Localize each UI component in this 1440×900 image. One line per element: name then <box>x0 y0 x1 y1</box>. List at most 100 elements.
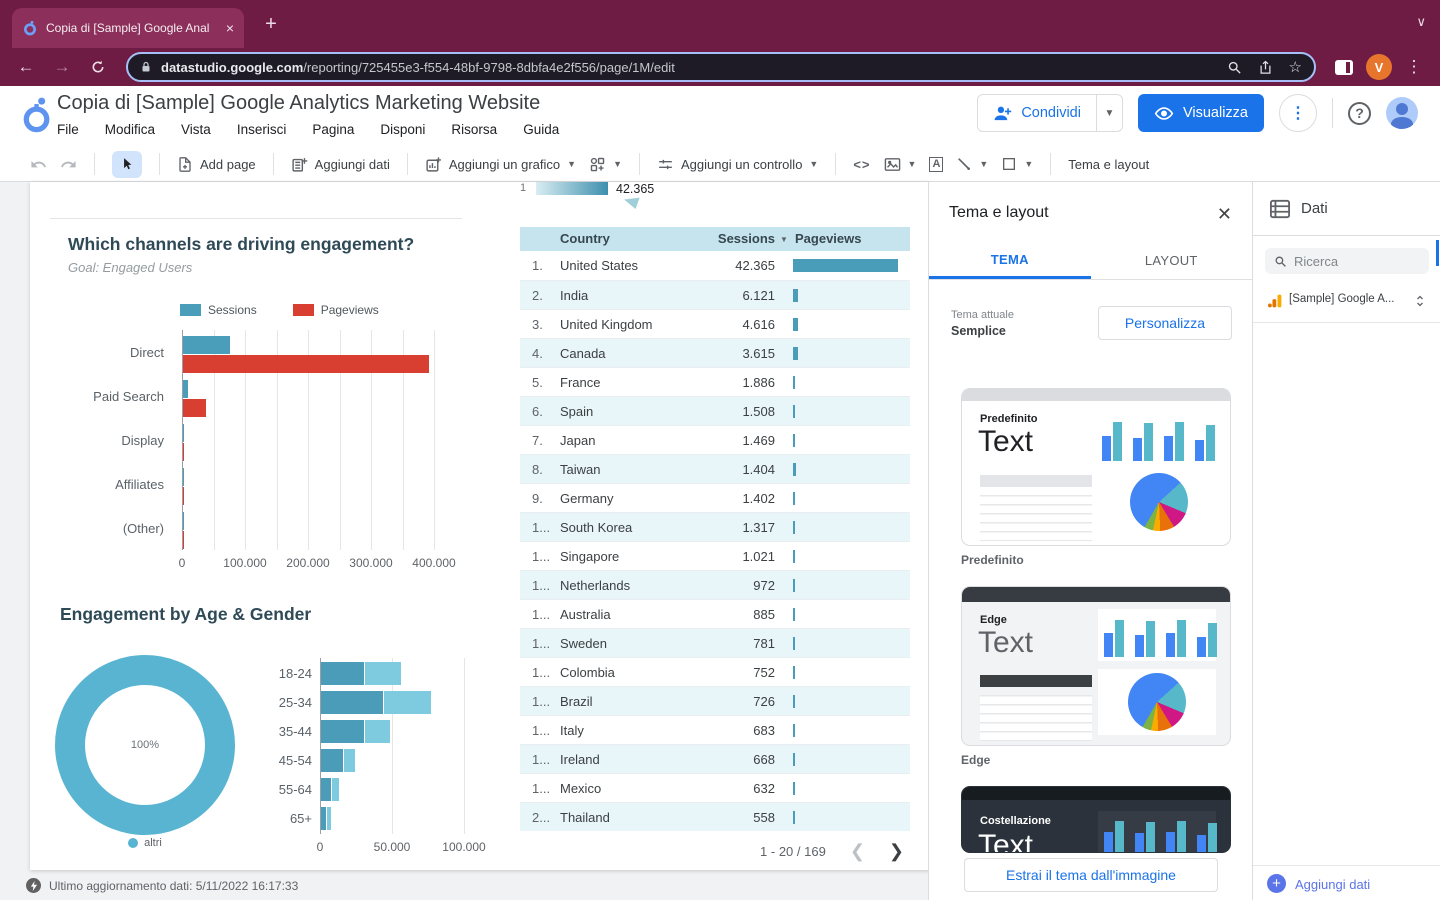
collapse-icon[interactable] <box>1414 294 1426 308</box>
add-data-plus-icon[interactable]: + <box>1267 874 1286 893</box>
forward-button-icon[interactable]: → <box>48 53 76 81</box>
table-row-taiwan[interactable]: 8.Taiwan1.404 <box>520 454 910 483</box>
data-search-input[interactable] <box>1294 254 1404 269</box>
browser-menu-icon[interactable]: ⋮ <box>1400 53 1428 81</box>
more-options-button[interactable]: ⋮ <box>1279 94 1317 132</box>
add-image-button[interactable]: ▼ <box>884 157 917 172</box>
age-bar-seg2-1[interactable] <box>384 691 432 714</box>
sessions-bar-4[interactable] <box>183 512 184 530</box>
tab-layout[interactable]: LAYOUT <box>1091 242 1253 279</box>
add-line-button[interactable]: ▼ <box>956 156 988 172</box>
table-row-australia[interactable]: 1...Australia885 <box>520 599 910 628</box>
share-dropdown-caret[interactable]: ▼ <box>1096 95 1122 131</box>
country-table[interactable]: Country Sessions ▼ Pageviews 1.United St… <box>520 227 910 871</box>
theme-card-costellazione[interactable]: Costellazione Text <box>961 786 1231 853</box>
age-bar-seg2-2[interactable] <box>365 720 389 743</box>
menu-risorsa[interactable]: Risorsa <box>451 122 497 137</box>
age-bar-seg2-0[interactable] <box>365 662 401 685</box>
sessions-bar-1[interactable] <box>183 380 188 398</box>
table-row-germany[interactable]: 9.Germany1.402 <box>520 483 910 512</box>
side-panel-icon[interactable] <box>1330 53 1358 81</box>
undo-button[interactable] <box>30 156 47 173</box>
add-control-button[interactable]: Aggiungi un controllo ▼ <box>657 156 818 173</box>
column-header-country[interactable]: Country <box>560 231 610 246</box>
table-row-ireland[interactable]: 1...Ireland668 <box>520 744 910 773</box>
table-row-singapore[interactable]: 1...Singapore1.021 <box>520 541 910 570</box>
sort-descending-icon[interactable]: ▼ <box>780 235 788 244</box>
next-page-icon[interactable]: ❯ <box>889 841 904 862</box>
pageviews-bar-2[interactable] <box>183 443 184 461</box>
table-row-brazil[interactable]: 1...Brazil726 <box>520 686 910 715</box>
tab-search-chevron-icon[interactable]: ∨ <box>1416 14 1426 30</box>
share-button[interactable]: Condividi <box>978 95 1096 131</box>
share-icon[interactable] <box>1258 60 1273 75</box>
age-bar-seg1-0[interactable] <box>321 662 364 685</box>
table-row-south-korea[interactable]: 1...South Korea1.317 <box>520 512 910 541</box>
age-bar-seg1-2[interactable] <box>321 720 364 743</box>
column-header-pageviews[interactable]: Pageviews <box>795 231 862 246</box>
browser-tab[interactable]: Copia di [Sample] Google Anal × <box>12 8 244 48</box>
previous-page-icon[interactable]: ❮ <box>850 841 865 862</box>
pageviews-bar-1[interactable] <box>183 399 206 417</box>
table-row-mexico[interactable]: 1...Mexico632 <box>520 773 910 802</box>
menu-guida[interactable]: Guida <box>523 122 559 137</box>
age-gender-donut-chart[interactable]: 100% <box>55 655 235 835</box>
search-icon[interactable] <box>1227 60 1242 75</box>
age-bar-seg2-4[interactable] <box>332 778 338 801</box>
address-bar[interactable]: datastudio.google.com /reporting/725455e… <box>126 52 1316 82</box>
report-canvas[interactable]: 1 42.365 Which channels are driving enga… <box>30 182 930 870</box>
table-row-netherlands[interactable]: 1...Netherlands972 <box>520 570 910 599</box>
table-row-canada[interactable]: 4.Canada3.615 <box>520 338 910 367</box>
sessions-bar-3[interactable] <box>183 468 184 486</box>
table-row-italy[interactable]: 1...Italy683 <box>520 715 910 744</box>
report-title[interactable]: Copia di [Sample] Google Analytics Marke… <box>57 92 540 115</box>
age-bar-seg2-5[interactable] <box>327 807 331 830</box>
tab-tema[interactable]: TEMA <box>929 242 1091 279</box>
bookmark-star-icon[interactable]: ☆ <box>1289 58 1302 76</box>
pageviews-bar-4[interactable] <box>183 531 184 549</box>
user-avatar[interactable] <box>1386 97 1418 129</box>
new-tab-button[interactable]: + <box>258 11 284 37</box>
column-header-sessions[interactable]: Sessions <box>670 231 775 246</box>
redo-button[interactable] <box>60 156 77 173</box>
menu-inserisci[interactable]: Inserisci <box>237 122 287 137</box>
pageviews-bar-3[interactable] <box>183 487 184 505</box>
data-source-row[interactable]: [Sample] Google A... <box>1253 286 1440 316</box>
table-row-spain[interactable]: 6.Spain1.508 <box>520 396 910 425</box>
table-row-france[interactable]: 5.France1.886 <box>520 367 910 396</box>
table-row-colombia[interactable]: 1...Colombia752 <box>520 657 910 686</box>
back-button-icon[interactable]: ← <box>12 53 40 81</box>
view-button[interactable]: Visualizza <box>1138 94 1264 132</box>
menu-vista[interactable]: Vista <box>181 122 211 137</box>
table-row-japan[interactable]: 7.Japan1.469 <box>520 425 910 454</box>
community-visualizations-button[interactable]: ▼ <box>589 156 622 173</box>
table-row-sweden[interactable]: 1...Sweden781 <box>520 628 910 657</box>
panel-scrollbar[interactable] <box>1436 240 1439 266</box>
sessions-bar-2[interactable] <box>183 424 184 442</box>
add-shape-button[interactable]: ▼ <box>1001 156 1033 172</box>
table-row-united-states[interactable]: 1.United States42.365 <box>520 251 910 280</box>
sessions-bar-0[interactable] <box>183 336 230 354</box>
add-page-button[interactable]: Add page <box>177 156 256 173</box>
browser-profile-avatar[interactable]: V <box>1366 54 1392 80</box>
add-chart-button[interactable]: Aggiungi un grafico ▼ <box>425 156 576 173</box>
reload-button-icon[interactable] <box>84 53 112 81</box>
theme-card-predefinito[interactable]: Predefinito Text <box>961 388 1231 546</box>
pageviews-bar-0[interactable] <box>183 355 429 373</box>
tab-close-icon[interactable]: × <box>226 20 234 36</box>
menu-disponi[interactable]: Disponi <box>380 122 425 137</box>
customize-theme-button[interactable]: Personalizza <box>1098 306 1232 340</box>
embed-code-button[interactable]: <> <box>853 157 870 172</box>
add-text-button[interactable]: A <box>929 157 943 172</box>
select-tool-button[interactable] <box>112 151 142 178</box>
age-bar-seg1-5[interactable] <box>321 807 326 830</box>
add-data-link[interactable]: Aggiungi dati <box>1295 877 1370 892</box>
help-icon[interactable]: ? <box>1348 102 1371 125</box>
age-bar-seg1-3[interactable] <box>321 749 343 772</box>
table-row-india[interactable]: 2.India6.121 <box>520 280 910 309</box>
table-row-united-kingdom[interactable]: 3.United Kingdom4.616 <box>520 309 910 338</box>
age-bar-seg1-1[interactable] <box>321 691 383 714</box>
menu-pagina[interactable]: Pagina <box>312 122 354 137</box>
age-bar-seg1-4[interactable] <box>321 778 331 801</box>
theme-card-edge[interactable]: Edge Text <box>961 586 1231 746</box>
